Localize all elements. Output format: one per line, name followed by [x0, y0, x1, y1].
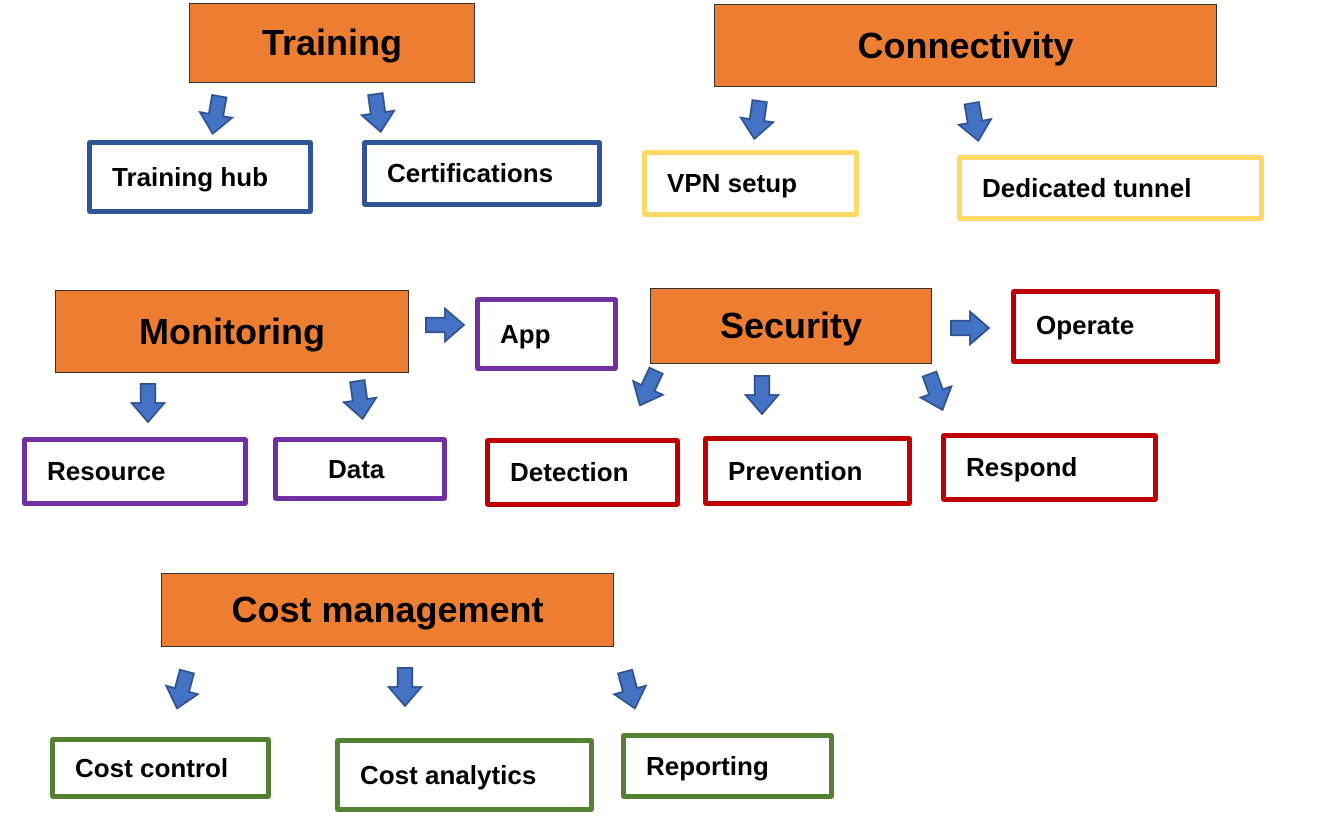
certifications-box: Certifications	[362, 140, 602, 207]
cost-management-header: Cost management	[161, 573, 614, 647]
reporting-box: Reporting	[621, 733, 834, 799]
respond-box: Respond	[941, 433, 1158, 502]
arrow-icon	[621, 361, 674, 414]
arrow-icon	[128, 383, 168, 424]
security-header: Security	[650, 288, 932, 364]
arrow-icon	[385, 667, 425, 708]
arrow-icon	[425, 305, 466, 345]
operate-box: Operate	[1011, 289, 1220, 364]
arrow-icon	[158, 666, 207, 715]
resource-box: Resource	[22, 437, 248, 506]
prevention-box: Prevention	[703, 436, 912, 506]
arrow-icon	[606, 666, 655, 715]
arrow-icon	[734, 97, 779, 142]
training-header: Training	[189, 3, 475, 83]
cost-control-box: Cost control	[50, 737, 271, 799]
training-hub-box: Training hub	[87, 140, 313, 214]
arrow-icon	[952, 99, 998, 145]
vpn-setup-box: VPN setup	[642, 150, 859, 217]
connectivity-header: Connectivity	[714, 4, 1217, 87]
arrow-icon	[337, 377, 382, 422]
arrow-icon	[950, 308, 991, 348]
data-box: Data	[273, 437, 447, 501]
dedicated-tunnel-box: Dedicated tunnel	[957, 155, 1264, 221]
monitoring-header: Monitoring	[55, 290, 409, 373]
arrow-icon	[355, 90, 400, 135]
arrow-icon	[193, 92, 239, 138]
arrow-icon	[910, 366, 961, 417]
arrow-icon	[742, 375, 782, 416]
cost-analytics-box: Cost analytics	[335, 738, 594, 812]
app-box: App	[475, 297, 618, 371]
detection-box: Detection	[485, 438, 680, 507]
